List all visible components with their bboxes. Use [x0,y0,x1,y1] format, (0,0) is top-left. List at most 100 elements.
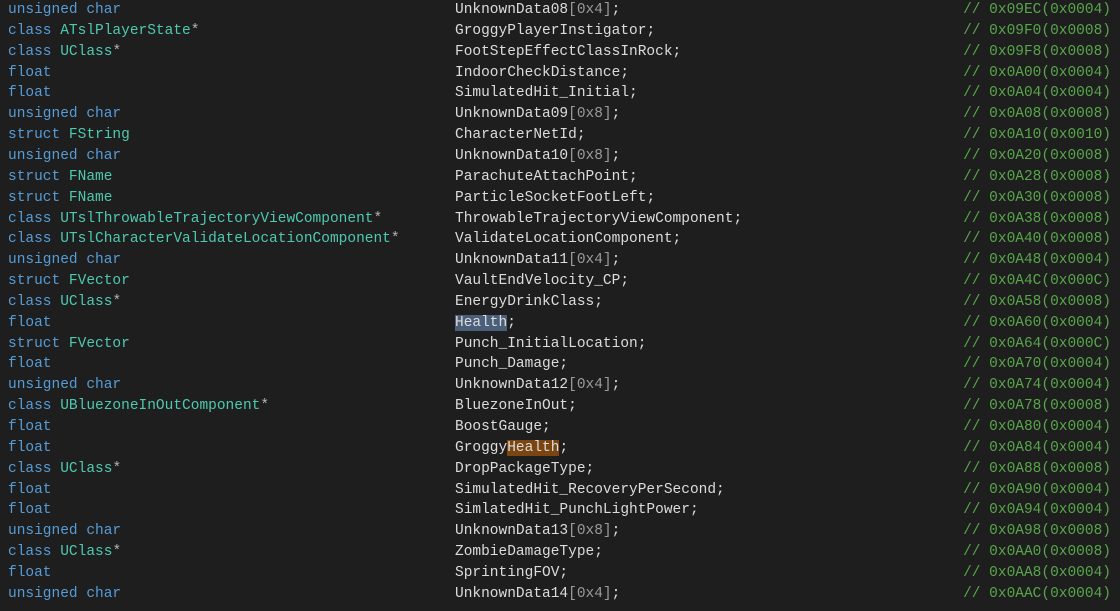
type-keyword: float [8,564,52,581]
field-name: SimlatedHit_PunchLightPower [455,502,690,519]
code-line[interactable]: unsigned char UnknownData08[0x4]; // 0x09E… [0,0,1120,21]
code-line[interactable]: float SimlatedHit_PunchLightPower; // 0x0A… [0,500,1120,521]
code-line[interactable]: class UClass* DropPackageType; // 0x0A88(0… [0,459,1120,480]
field-type: float [8,438,52,459]
code-line[interactable]: float SimulatedHit_RecoveryPerSecond; // 0… [0,480,1120,501]
pointer-symbol: * [373,210,383,227]
semicolon: ; [611,147,621,164]
search-highlight: Health [455,314,508,331]
type-keyword: float [8,481,52,498]
semicolon: ; [629,85,638,102]
type-name: UClass [60,293,113,310]
code-line[interactable]: unsigned char UnknownData12[0x4]; // 0x0A7… [0,375,1120,396]
code-line[interactable]: struct FName ParticleSocketFootLeft; // 0x… [0,188,1120,209]
field-type: unsigned char [8,0,121,21]
code-line[interactable]: float SprintingFOV; // 0x0AA8(0x0004) [0,563,1120,584]
code-line[interactable]: float Health; // 0x0A60(0x0004) [0,313,1120,334]
field-name: EnergyDrinkClass [455,293,595,310]
field-type: struct FString [8,125,130,146]
type-name: FString [68,127,130,144]
code-line[interactable]: unsigned char UnknownData13[0x8]; // 0x0A9… [0,521,1120,542]
field-declaration: VaultEndVelocity_CP; [455,271,629,292]
field-declaration: BoostGauge; [455,417,551,438]
code-line[interactable]: float BoostGauge; // 0x0A80(0x0004) [0,417,1120,438]
pointer-symbol: * [112,460,122,477]
pointer-symbol: * [390,231,400,248]
code-line[interactable]: struct FVector VaultEndVelocity_CP; // 0x0… [0,271,1120,292]
code-line[interactable]: float SimulatedHit_Initial; // 0x0A04(0x00… [0,83,1120,104]
offset-comment: // 0x0A80(0x0004) [963,419,1111,435]
code-line[interactable]: unsigned char UnknownData11[0x4]; // 0x0A4… [0,250,1120,271]
code-line[interactable]: float IndoorCheckDistance; // 0x0A00(0x000… [0,63,1120,84]
field-name: ThrowableTrajectoryViewComponent [455,210,734,227]
offset-comment: // 0x0A78(0x0008) [963,398,1111,415]
semicolon: ; [611,2,621,18]
offset-comment: // 0x0A94(0x0004) [963,502,1111,519]
type-name: UBluezoneInOutComponent [60,398,261,415]
field-type: class UTslCharacterValidateLocationCompo… [8,229,400,250]
offset-comment: // 0x09F0(0x0008) [963,22,1111,39]
code-line[interactable]: unsigned char UnknownData09[0x8]; // 0x0A0… [0,104,1120,125]
offset-comment: // 0x0A84(0x0004) [963,439,1111,456]
field-type: float [8,83,52,104]
code-line[interactable]: class UClass* ZombieDamageType; // 0x0AA0(… [0,542,1120,563]
code-line[interactable]: class UClass* FootStepEffectClassInRock; /… [0,42,1120,63]
field-name: IndoorCheckDistance [455,64,621,81]
code-line[interactable]: float GroggyHealth; // 0x0A84(0x0004) [0,438,1120,459]
type-keyword: float [8,356,52,373]
field-type: struct FVector [8,334,130,355]
offset-comment: // 0x0AA0(0x0008) [963,544,1111,561]
field-declaration: SimulatedHit_Initial; [455,83,638,104]
field-type: unsigned char [8,250,121,271]
type-keyword: unsigned char [8,585,122,602]
field-declaration: SimlatedHit_PunchLightPower; [455,500,699,521]
type-keyword: unsigned char [8,523,122,540]
type-keyword: struct [8,168,61,185]
field-type: unsigned char [8,104,121,125]
code-line[interactable]: class UTslThrowableTrajectoryViewCompone… [0,209,1120,230]
type-keyword: unsigned char [8,377,122,394]
type-keyword: class [8,460,52,477]
field-declaration: IndoorCheckDistance; [455,63,629,84]
field-declaration: UnknownData12[0x4]; [455,375,620,396]
code-editor[interactable]: unsigned char UnknownData08[0x4];// 0x09E… [0,0,1120,611]
field-type: class UTslThrowableTrajectoryViewCompone… [8,209,382,230]
code-line[interactable]: struct FName ParachuteAttachPoint; // 0x0A… [0,167,1120,188]
field-declaration: UnknownData14[0x4]; [455,584,620,605]
type-keyword: struct [8,273,61,290]
code-line[interactable]: struct FVector Punch_InitialLocation; // 0… [0,334,1120,355]
field-declaration: ThrowableTrajectoryViewComponent; [455,209,742,230]
field-declaration: FootStepEffectClassInRock; [455,42,681,63]
field-type: struct FName [8,167,112,188]
code-line[interactable]: class ATslPlayerState* GroggyPlayerInstig… [0,21,1120,42]
code-line[interactable]: unsigned char UnknownData10[0x8]; // 0x0A2… [0,146,1120,167]
code-line[interactable]: float Punch_Damage; // 0x0A70(0x0004) [0,354,1120,375]
code-line[interactable]: class UTslCharacterValidateLocationCompo… [0,229,1120,250]
field-declaration: UnknownData09[0x8]; [455,104,620,125]
field-name: BoostGauge [455,419,543,435]
offset-comment: // 0x0A08(0x0008) [963,106,1111,123]
semicolon: ; [689,502,699,519]
field-declaration: UnknownData13[0x8]; [455,521,620,542]
code-line[interactable]: class UBluezoneInOutComponent* BluezoneIn… [0,396,1120,417]
field-name: UnknownData08 [455,2,569,18]
field-name: ValidateLocationComponent [455,231,673,248]
semicolon: ; [620,64,630,81]
array-size: [0x4] [568,377,612,394]
type-keyword: struct [8,335,61,352]
semicolon: ; [568,398,577,415]
field-declaration: ParticleSocketFootLeft; [455,188,655,209]
offset-comment: // 0x0AAC(0x0004) [963,585,1111,602]
semicolon: ; [620,273,630,290]
array-size: [0x8] [568,147,612,164]
code-line[interactable]: class UClass* EnergyDrinkClass; // 0x0A58(… [0,292,1120,313]
field-declaration: UnknownData10[0x8]; [455,146,620,167]
code-line[interactable]: struct FString CharacterNetId; // 0x0A10(0… [0,125,1120,146]
field-declaration: ParachuteAttachPoint; [455,167,638,188]
field-declaration: DropPackageType; [455,459,594,480]
code-line[interactable]: unsigned char UnknownData14[0x4]; // 0x0AA… [0,584,1120,605]
field-type: class ATslPlayerState* [8,21,199,42]
offset-comment: // 0x0A00(0x0004) [963,64,1111,81]
field-name: UnknownData14 [455,585,569,602]
field-name: ParticleSocketFootLeft [455,189,647,206]
